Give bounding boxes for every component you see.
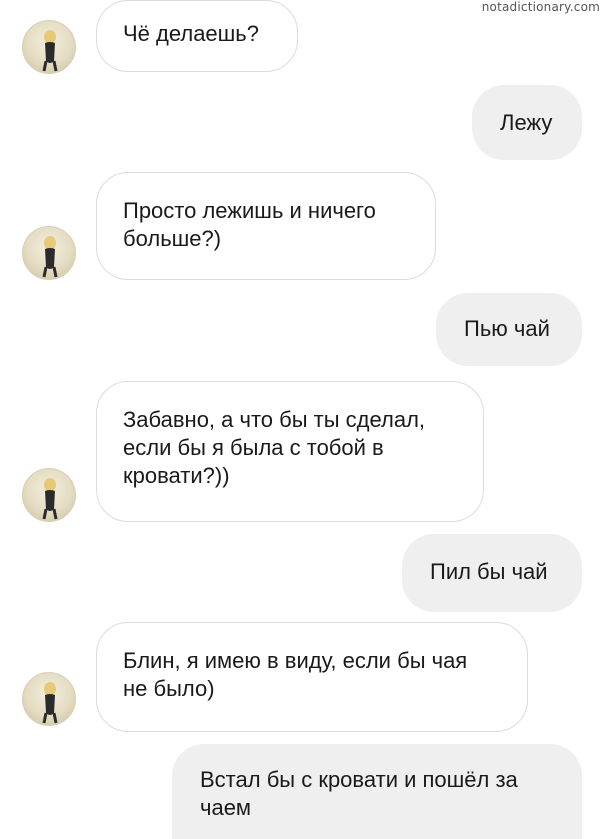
contact-avatar-icon[interactable] [22, 226, 76, 280]
message-bubble-incoming[interactable]: Блин, я имею в виду, если бы чая не было… [96, 622, 528, 732]
message-bubble-outgoing[interactable]: Пью чай [436, 293, 582, 366]
message-bubble-outgoing[interactable]: Пил бы чай [402, 534, 582, 612]
message-bubble-outgoing[interactable]: Встал бы с кровати и пошёл за чаем [172, 744, 582, 839]
message-bubble-incoming[interactable]: Просто лежишь и ничего больше?) [96, 172, 436, 280]
chat-thread: Чё делаешь? Лежу Просто лежишь и ничего … [0, 0, 604, 839]
contact-avatar-icon[interactable] [22, 468, 76, 522]
contact-avatar-icon[interactable] [22, 672, 76, 726]
message-bubble-outgoing[interactable]: Лежу [472, 85, 582, 160]
message-bubble-incoming[interactable]: Забавно, а что бы ты сделал, если бы я б… [96, 381, 484, 522]
contact-avatar-icon[interactable] [22, 20, 76, 74]
message-bubble-incoming[interactable]: Чё делаешь? [96, 0, 298, 72]
